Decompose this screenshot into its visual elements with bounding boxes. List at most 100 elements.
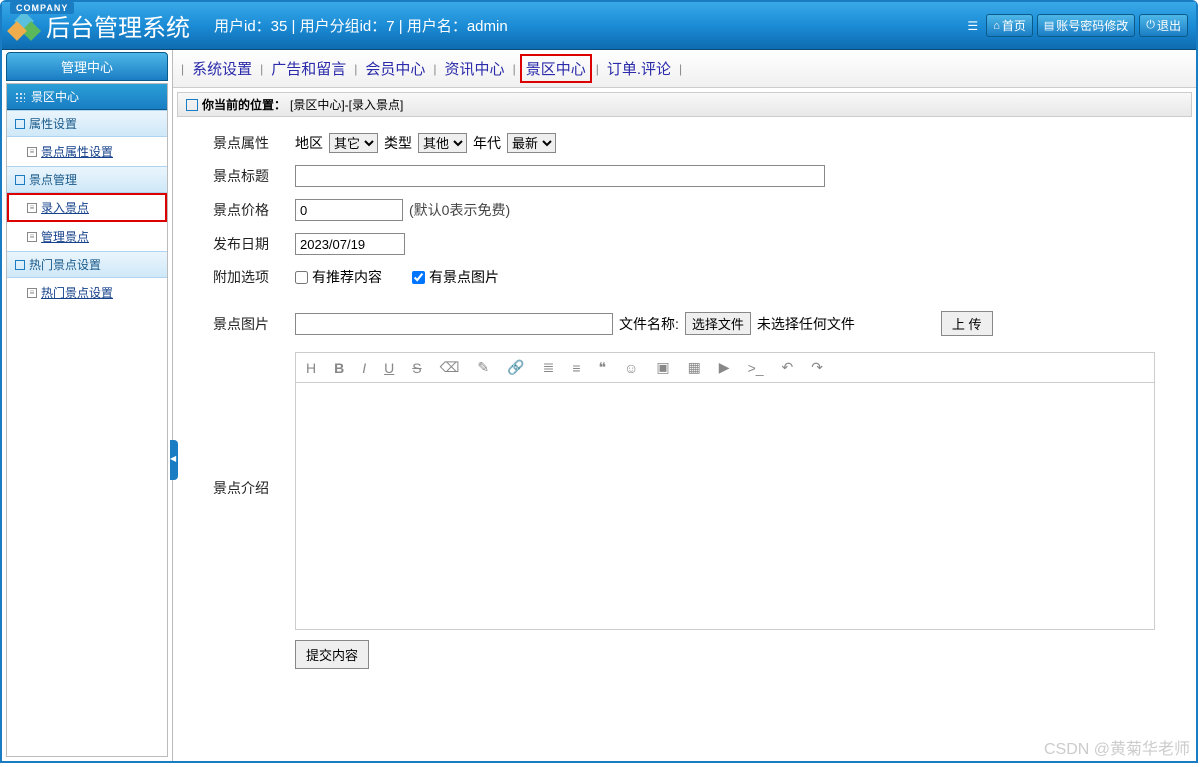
breadcrumb-prefix: 你当前的位置： bbox=[202, 96, 286, 113]
editor-body[interactable] bbox=[296, 383, 1154, 629]
main-area: 管理中心 景区中心 属性设置 ≡ 景点属性设置 景点管理 bbox=[2, 50, 1196, 761]
sidebar-item-label[interactable]: 管理景点 bbox=[41, 228, 89, 245]
table-icon[interactable]: ▦ bbox=[688, 359, 701, 376]
list-icon[interactable]: ≣ bbox=[543, 359, 555, 376]
redo-icon[interactable]: ↷ bbox=[811, 359, 823, 376]
row-title: 景点标题 bbox=[185, 159, 1184, 193]
form: 景点属性 地区 其它 类型 其他 年代 最新 景点标题 bbox=[173, 121, 1196, 681]
price-hint: (默认0表示免费) bbox=[409, 200, 510, 220]
file-icon: ≡ bbox=[27, 147, 37, 157]
sidebar-group-title: 景区中心 bbox=[31, 88, 79, 105]
bold-icon[interactable]: B bbox=[334, 360, 344, 376]
price-label: 景点价格 bbox=[185, 200, 295, 220]
era-select[interactable]: 最新 bbox=[507, 133, 556, 153]
era-label: 年代 bbox=[473, 133, 501, 153]
eraser-icon[interactable]: ⌫ bbox=[440, 359, 460, 376]
type-select[interactable]: 其他 bbox=[418, 133, 467, 153]
image-checkbox[interactable] bbox=[412, 271, 425, 284]
color-icon[interactable]: ✎ bbox=[477, 359, 489, 376]
image-label: 景点图片 bbox=[185, 314, 295, 334]
attr-label: 景点属性 bbox=[185, 133, 295, 153]
title-input[interactable] bbox=[295, 165, 825, 187]
align-icon[interactable]: ≡ bbox=[572, 360, 580, 376]
sidebar-item-label[interactable]: 景点属性设置 bbox=[41, 143, 113, 160]
underline-icon[interactable]: U bbox=[384, 360, 394, 376]
home-label: 首页 bbox=[1002, 17, 1026, 34]
recommend-label: 有推荐内容 bbox=[312, 267, 382, 287]
nav-orders[interactable]: 订单.评论 bbox=[603, 56, 675, 81]
sidebar-section-hot[interactable]: 热门景点设置 bbox=[7, 251, 167, 278]
header-actions: ☰ ⌂首页 ▤账号密码修改 ⏻退出 bbox=[967, 14, 1188, 37]
row-image: 景点图片 文件名称: 选择文件 未选择任何文件 上 传 bbox=[185, 293, 1184, 342]
image-checkbox-wrap[interactable]: 有景点图片 bbox=[412, 267, 499, 287]
desc-label: 景点介绍 bbox=[185, 348, 295, 498]
password-button[interactable]: ▤账号密码修改 bbox=[1037, 14, 1135, 37]
sidebar-item-add-spot[interactable]: ≡ 录入景点 bbox=[7, 193, 167, 222]
type-label: 类型 bbox=[384, 133, 412, 153]
rich-editor: H B I U S ⌫ ✎ 🔗 ≣ ≡ ❝ ☺ bbox=[295, 352, 1155, 630]
file-name-label: 文件名称: bbox=[619, 314, 679, 334]
image-icon[interactable]: ▣ bbox=[656, 359, 669, 376]
sidebar-section-label: 热门景点设置 bbox=[29, 256, 101, 273]
sidebar-section-label: 属性设置 bbox=[29, 115, 77, 132]
sidebar-item-hot-settings[interactable]: ≡ 热门景点设置 bbox=[7, 278, 167, 307]
sidebar-section-label: 景点管理 bbox=[29, 171, 77, 188]
price-input[interactable] bbox=[295, 199, 403, 221]
nav-scenic[interactable]: 景区中心 bbox=[520, 54, 592, 83]
file-chooser: 文件名称: 选择文件 未选择任何文件 bbox=[619, 312, 855, 335]
video-icon[interactable]: ▶ bbox=[719, 359, 730, 376]
sidebar: 管理中心 景区中心 属性设置 ≡ 景点属性设置 景点管理 bbox=[2, 50, 172, 761]
submit-button[interactable]: 提交内容 bbox=[295, 640, 369, 669]
file-icon: ≡ bbox=[27, 232, 37, 242]
editor-toolbar: H B I U S ⌫ ✎ 🔗 ≣ ≡ ❝ ☺ bbox=[296, 353, 1154, 383]
date-label: 发布日期 bbox=[185, 234, 295, 254]
logout-button[interactable]: ⏻退出 bbox=[1139, 14, 1188, 37]
strike-icon[interactable]: S bbox=[412, 360, 421, 376]
sidebar-section-attr[interactable]: 属性设置 bbox=[7, 110, 167, 137]
home-icon: ⌂ bbox=[993, 20, 1000, 32]
italic-icon[interactable]: I bbox=[362, 360, 366, 376]
heading-icon[interactable]: H bbox=[306, 360, 316, 376]
row-date: 发布日期 bbox=[185, 227, 1184, 261]
row-extra: 附加选项 有推荐内容 有景点图片 bbox=[185, 261, 1184, 293]
region-label: 地区 bbox=[295, 133, 323, 153]
logout-label: 退出 bbox=[1157, 17, 1181, 34]
home-button[interactable]: ⌂首页 bbox=[986, 14, 1033, 37]
square-icon bbox=[15, 119, 25, 129]
grid-icon bbox=[15, 92, 25, 102]
sidebar-group-header[interactable]: 景区中心 bbox=[7, 84, 167, 110]
row-price: 景点价格 (默认0表示免费) bbox=[185, 193, 1184, 227]
recommend-checkbox[interactable] bbox=[295, 271, 308, 284]
sidebar-item-label[interactable]: 热门景点设置 bbox=[41, 284, 113, 301]
file-none-text: 未选择任何文件 bbox=[757, 314, 855, 334]
sidebar-item-manage-spot[interactable]: ≡ 管理景点 bbox=[7, 222, 167, 251]
sidebar-section-manage[interactable]: 景点管理 bbox=[7, 166, 167, 193]
company-badge: COMPANY bbox=[10, 2, 74, 14]
quote-icon[interactable]: ❝ bbox=[598, 359, 606, 376]
sidebar-item-attr-settings[interactable]: ≡ 景点属性设置 bbox=[7, 137, 167, 166]
sidebar-collapse-handle[interactable] bbox=[170, 440, 178, 480]
nav-sep: | bbox=[181, 62, 184, 76]
user-info: 用户id：35 | 用户分组id：7 | 用户名：admin bbox=[214, 15, 508, 36]
undo-icon[interactable]: ↶ bbox=[782, 359, 794, 376]
nav-ads[interactable]: 广告和留言 bbox=[267, 56, 350, 81]
top-nav: | 系统设置| 广告和留言| 会员中心| 资讯中心| 景区中心| 订单.评论| bbox=[173, 50, 1196, 88]
region-select[interactable]: 其它 bbox=[329, 133, 378, 153]
title-label: 景点标题 bbox=[185, 166, 295, 186]
upload-button[interactable]: 上 传 bbox=[941, 311, 993, 336]
image-path-input[interactable] bbox=[295, 313, 613, 335]
recommend-checkbox-wrap[interactable]: 有推荐内容 bbox=[295, 267, 382, 287]
note-icon: ▤ bbox=[1044, 19, 1054, 32]
sidebar-item-label[interactable]: 录入景点 bbox=[41, 199, 89, 216]
nav-member[interactable]: 会员中心 bbox=[361, 56, 429, 81]
row-desc: 景点介绍 H B I U S ⌫ ✎ 🔗 bbox=[185, 342, 1184, 675]
sidebar-body: 景区中心 属性设置 ≡ 景点属性设置 景点管理 ≡ 录入景点 bbox=[6, 83, 168, 757]
nav-system[interactable]: 系统设置 bbox=[188, 56, 256, 81]
date-input[interactable] bbox=[295, 233, 405, 255]
emoji-icon[interactable]: ☺ bbox=[624, 360, 638, 376]
link-icon[interactable]: 🔗 bbox=[507, 359, 524, 376]
header-bar: 后台管理系统 用户id：35 | 用户分组id：7 | 用户名：admin ☰ … bbox=[2, 2, 1196, 50]
nav-news[interactable]: 资讯中心 bbox=[441, 56, 509, 81]
choose-file-button[interactable]: 选择文件 bbox=[685, 312, 751, 335]
code-icon[interactable]: >_ bbox=[748, 360, 764, 376]
